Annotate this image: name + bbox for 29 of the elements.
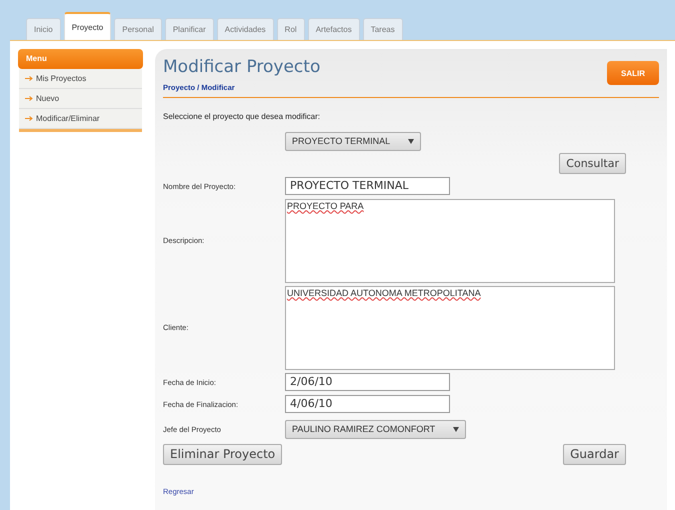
nav-tab[interactable]: Artefactos	[308, 18, 360, 40]
query-button[interactable]: Consultar	[559, 152, 626, 174]
manager-dropdown[interactable]: PAULINO RAMIREZ COMONFORT	[285, 420, 466, 438]
nav-tab[interactable]: Personal	[114, 18, 162, 40]
dropdown-arrow-icon	[408, 138, 414, 144]
text-area[interactable]: UNIVERSIDAD AUTONOMA METROPOLITANA	[285, 286, 615, 370]
menu-item[interactable]: Modificar/Eliminar	[19, 109, 142, 129]
arrow-icon	[25, 96, 33, 101]
input-field[interactable]: 4/06/10	[285, 395, 450, 413]
nav-tab[interactable]: Rol	[276, 18, 305, 40]
nav-tab[interactable]: Proyecto	[64, 12, 112, 40]
nav-tab[interactable]: Tareas	[362, 18, 403, 40]
delete-button[interactable]: Eliminar Proyecto	[163, 444, 282, 464]
nav-tab[interactable]: Inicio	[26, 18, 61, 40]
dropdown-arrow-icon	[453, 426, 460, 432]
menu-item[interactable]: Mis Proyectos	[19, 69, 142, 89]
menu-header: Menu	[18, 49, 143, 69]
input-field[interactable]: PROYECTO TERMINAL	[285, 177, 450, 195]
save-button[interactable]: Guardar	[563, 444, 626, 464]
prompt-text: Seleccione el proyecto que desea modificar:	[163, 112, 321, 121]
arrow-icon	[25, 76, 33, 81]
page-title: Modificar Proyecto	[163, 57, 320, 77]
nav-tab[interactable]: Actividades	[216, 18, 274, 40]
arrow-icon	[25, 116, 33, 121]
nav-tab[interactable]: Planificar	[164, 18, 214, 40]
menu-item[interactable]: Nuevo	[19, 89, 142, 109]
project-dropdown[interactable]: PROYECTO TERMINAL	[285, 132, 422, 150]
input-field[interactable]: 2/06/10	[285, 373, 450, 391]
text-area[interactable]: PROYECTO PARA	[285, 198, 615, 282]
